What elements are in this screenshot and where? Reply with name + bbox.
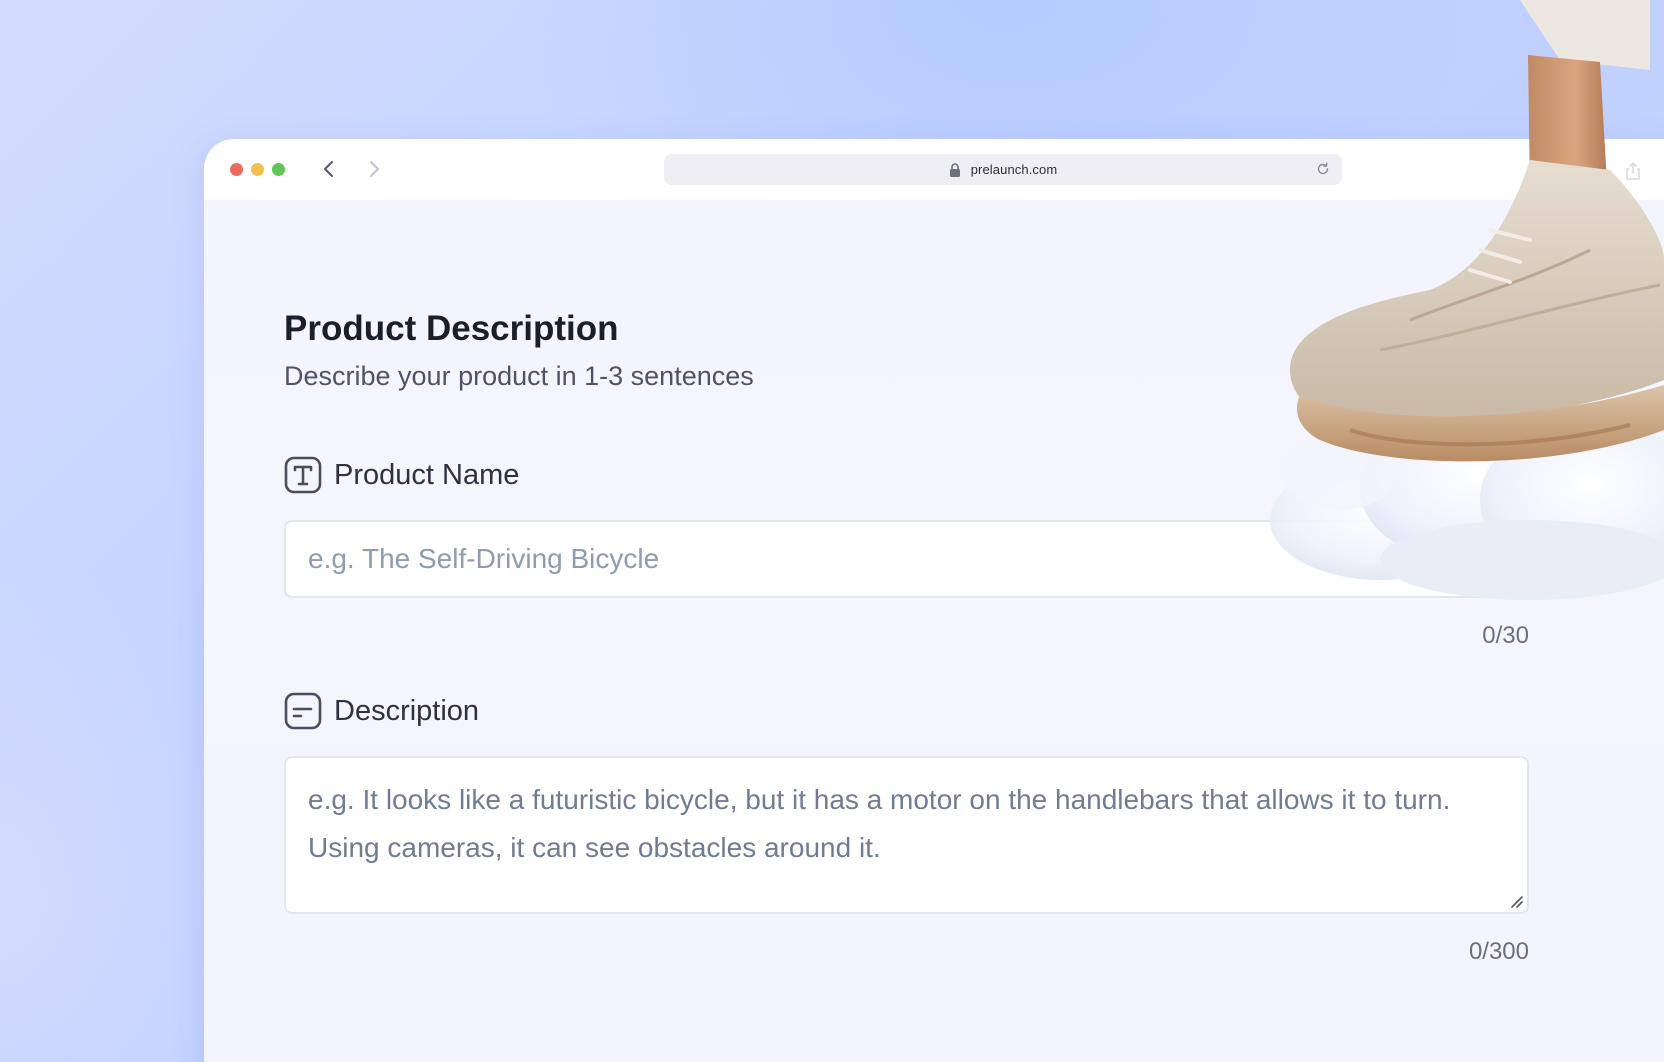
reload-icon[interactable] <box>1316 162 1330 176</box>
description-char-counter: 0/300 <box>1468 938 1529 965</box>
product-name-label: Product Name <box>334 458 520 491</box>
resize-handle-icon[interactable] <box>1510 895 1524 909</box>
text-type-icon <box>284 456 322 494</box>
url-text: prelaunch.com <box>970 162 1058 177</box>
browser-titlebar: prelaunch.com <box>204 139 1664 200</box>
maximize-window-button[interactable] <box>272 163 285 176</box>
chevron-left-icon[interactable] <box>318 157 340 181</box>
page-subtitle: Describe your product in 1-3 sentences <box>284 361 754 391</box>
minimize-window-button[interactable] <box>251 163 264 176</box>
chevron-right-icon[interactable] <box>363 157 385 181</box>
description-label-row: Description <box>284 692 479 730</box>
product-name-char-counter: 0/30 <box>1482 622 1529 649</box>
share-icon[interactable] <box>1624 161 1642 181</box>
description-label: Description <box>334 694 480 727</box>
description-textarea[interactable] <box>284 756 1529 914</box>
page-title: Product Description <box>284 309 619 348</box>
browser-window: prelaunch.com Product Description Descri… <box>204 139 1664 1062</box>
close-window-button[interactable] <box>230 163 243 176</box>
lock-icon <box>949 162 960 177</box>
address-bar[interactable]: prelaunch.com <box>664 154 1342 185</box>
product-name-label-row: Product Name <box>284 456 519 494</box>
product-name-input[interactable] <box>284 520 1529 598</box>
document-text-icon <box>284 692 322 730</box>
